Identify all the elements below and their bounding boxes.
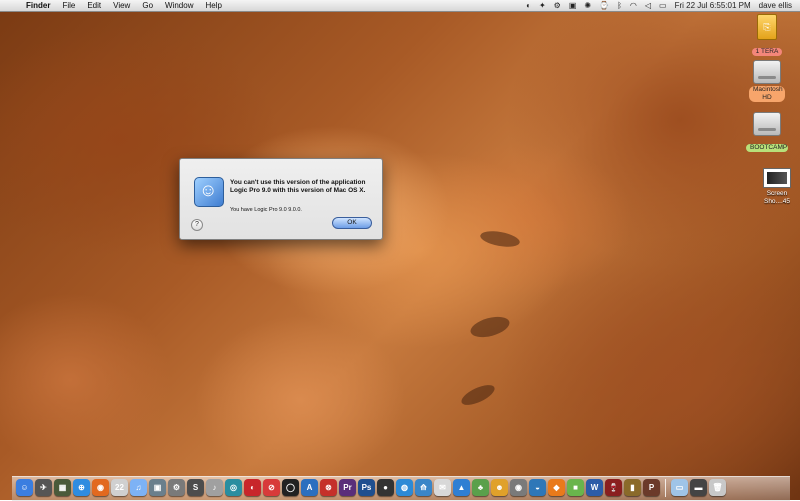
dock-app-bird-icon[interactable]: ▲: [453, 479, 470, 496]
dock-separator: [665, 478, 666, 497]
status-icon[interactable]: ▣: [569, 0, 577, 11]
menu-file[interactable]: File: [62, 0, 75, 11]
dock: ☺ ✈ ▦ ⊕ ◉ 22 ♫ ▣ ⚙ S ♪ ◎ ◐ ⊘ ◯ A ⊗ Pr Ps ● ◍ ⟰ ✉ ▲ ♣ ☻ ◉ ◒ ◆ ■ W 🍷 ▮ P ▭ ▬ 🗑: [16, 477, 786, 498]
dock-ical-icon[interactable]: 22: [111, 479, 128, 496]
ok-button[interactable]: OK: [332, 217, 372, 229]
desktop-icon-screenshot[interactable]: Screen Sho....45: [750, 168, 800, 208]
status-icon[interactable]: ✦: [539, 0, 546, 11]
dock-mission-control-icon[interactable]: ▦: [54, 479, 71, 496]
dock-app-dark-icon[interactable]: ●: [377, 479, 394, 496]
dock-app-red-2-icon[interactable]: ⊘: [263, 479, 280, 496]
wallpaper-detail: [468, 313, 512, 341]
wifi-icon[interactable]: ◠: [630, 0, 637, 11]
alert-title: You can't use this version of the applic…: [230, 179, 366, 194]
dock-app-monitor-icon[interactable]: ▬: [690, 479, 707, 496]
screenshot-file-icon: [763, 168, 791, 188]
status-icon[interactable]: ⌚: [599, 0, 609, 11]
desktop-icon-label: Screen Sho....45: [763, 190, 791, 205]
dock-app-red-1-icon[interactable]: ◐: [244, 479, 261, 496]
usb-drive-icon: ⎘: [757, 14, 777, 40]
bluetooth-icon[interactable]: ᛒ: [617, 0, 622, 11]
dock-app-orange-icon[interactable]: ◆: [548, 479, 565, 496]
alert-message: You have Logic Pro 9.0 9.0.0.: [230, 207, 302, 213]
dock-trash-icon[interactable]: 🗑: [709, 479, 726, 496]
status-icon[interactable]: ⚙: [554, 0, 561, 11]
finder-icon: ☺: [194, 177, 224, 207]
menu-view[interactable]: View: [113, 0, 130, 11]
desktop-icon-label: BOOTCAMP: [746, 144, 788, 152]
dock-premiere-icon[interactable]: Pr: [339, 479, 356, 496]
user-name[interactable]: dave ellis: [759, 0, 792, 11]
help-button[interactable]: ?: [191, 219, 203, 231]
desktop-icon-label: Macintosh HD: [749, 86, 785, 102]
dock-app-mail-icon[interactable]: ✉: [434, 479, 451, 496]
dock-app-s-icon[interactable]: S: [187, 479, 204, 496]
dock-app-p-icon[interactable]: P: [643, 479, 660, 496]
dock-firefox-icon[interactable]: ◉: [92, 479, 109, 496]
menu-edit[interactable]: Edit: [87, 0, 101, 11]
wallpaper-detail: [458, 381, 498, 409]
desktop-wallpaper: [0, 0, 800, 500]
hard-drive-icon: [753, 112, 781, 136]
dock-iphoto-icon[interactable]: ▣: [149, 479, 166, 496]
dock-app-blue-a-icon[interactable]: A: [301, 479, 318, 496]
menu-bar: Finder File Edit View Go Window Help ◐ ✦…: [0, 0, 800, 12]
menu-window[interactable]: Window: [165, 0, 193, 11]
menu-go[interactable]: Go: [142, 0, 153, 11]
dock-app-globe-icon[interactable]: ◍: [396, 479, 413, 496]
dock-app-green-cube-icon[interactable]: ■: [567, 479, 584, 496]
dock-app-wine-icon[interactable]: 🍷: [605, 479, 622, 496]
desktop-icon-macintosh-hd[interactable]: Macintosh HD: [740, 60, 794, 104]
dock-launchpad-icon[interactable]: ✈: [35, 479, 52, 496]
status-icon[interactable]: ✺: [584, 0, 591, 11]
volume-icon[interactable]: ◁: [645, 0, 651, 11]
menu-finder[interactable]: Finder: [26, 0, 50, 11]
dock-app-earth-icon[interactable]: ◒: [529, 479, 546, 496]
status-icon[interactable]: ◐: [526, 0, 531, 11]
dock-app-w-icon[interactable]: W: [586, 479, 603, 496]
dock-system-prefs-icon[interactable]: ⚙: [168, 479, 185, 496]
battery-icon[interactable]: ▭: [659, 0, 667, 11]
dock-app-ring-icon[interactable]: ◯: [282, 479, 299, 496]
dock-itunes-icon[interactable]: ♫: [130, 479, 147, 496]
wallpaper-detail: [479, 228, 521, 250]
menu-help[interactable]: Help: [205, 0, 221, 11]
dock-app-spiral-icon[interactable]: ◎: [225, 479, 242, 496]
desktop-icon-bootcamp[interactable]: BOOTCAMP: [740, 112, 794, 154]
desktop-icon-label: 1 TERA: [751, 48, 783, 56]
hard-drive-icon: [753, 60, 781, 84]
dock-photoshop-icon[interactable]: Ps: [358, 479, 375, 496]
clock[interactable]: Fri 22 Jul 6:55:01 PM: [675, 0, 751, 11]
menu-extras: ◐ ✦ ⚙ ▣ ✺ ⌚ ᛒ ◠ ◁ ▭ Fri 22 Jul 6:55:01 P…: [526, 0, 792, 11]
dock-app-fish-icon[interactable]: ⟰: [415, 479, 432, 496]
dock-app-spray-icon[interactable]: ▮: [624, 479, 641, 496]
dock-app-round-icon[interactable]: ◉: [510, 479, 527, 496]
desktop-icon-1-tera[interactable]: ⎘ 1 TERA: [740, 14, 794, 58]
dock-app-folder-icon[interactable]: ▭: [671, 479, 688, 496]
dock-app-tree-icon[interactable]: ♣: [472, 479, 489, 496]
dock-finder-icon[interactable]: ☺: [16, 479, 33, 496]
dock-garageband-icon[interactable]: ♪: [206, 479, 223, 496]
menu-list: Finder File Edit View Go Window Help: [26, 0, 222, 11]
dock-safari-icon[interactable]: ⊕: [73, 479, 90, 496]
dock-app-people-icon[interactable]: ☻: [491, 479, 508, 496]
dock-app-red-3-icon[interactable]: ⊗: [320, 479, 337, 496]
